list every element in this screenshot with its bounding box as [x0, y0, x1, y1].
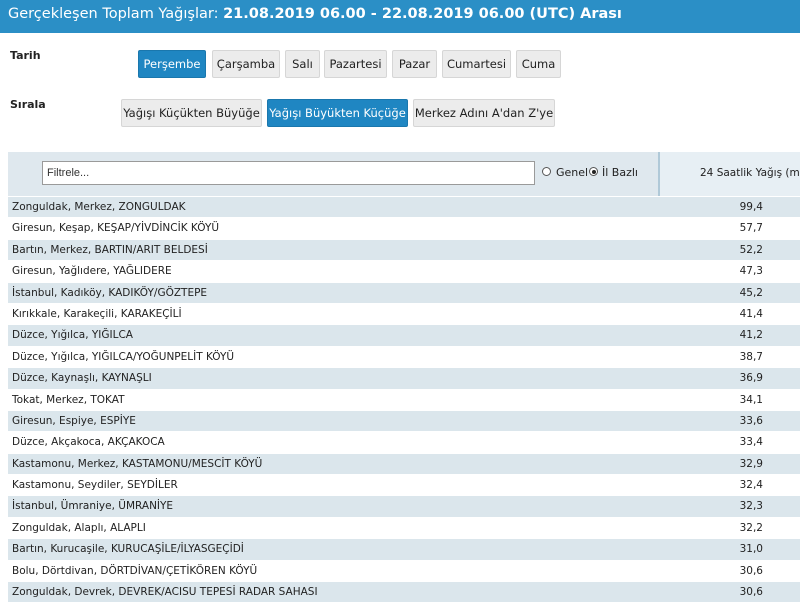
station-location: Düzce, Yığılca, YIĞILCA/YOĞUNPELİT KÖYÜ: [12, 350, 235, 363]
station-location: Giresun, Keşap, KEŞAP/YİVDİNCİK KÖYÜ: [12, 222, 220, 235]
table-row: İstanbul, Kadıköy, KADIKÖY/GÖZTEPE 45,2: [8, 282, 800, 304]
station-location: Kastamonu, Merkez, KASTAMONU/MESCİT KÖYÜ: [12, 457, 263, 470]
table-row: Bolu, Dörtdivan, DÖRTDİVAN/ÇETİKÖREN KÖY…: [8, 560, 800, 583]
rainfall-value: 41,2: [739, 329, 763, 342]
radio-genel-label: Genel: [556, 166, 589, 179]
title-prefix: Gerçekleşen Toplam Yağışlar:: [8, 6, 219, 22]
table-row: Tokat, Merkez, TOKAT 34,1: [8, 389, 800, 411]
sort-button-alphabetical[interactable]: Merkez Adını A'dan Z'ye: [413, 99, 555, 127]
rainfall-value: 52,2: [739, 243, 763, 256]
day-button-pazartesi[interactable]: Pazartesi: [324, 50, 387, 78]
radio-il-bazli[interactable]: [589, 167, 598, 176]
filter-input[interactable]: [42, 161, 535, 185]
station-location: Tokat, Merkez, TOKAT: [12, 393, 125, 406]
rainfall-value: 32,9: [739, 457, 763, 470]
table-row: Zonguldak, Alaplı, ALAPLI 32,2: [8, 517, 800, 540]
tarih-label: Tarih: [10, 49, 41, 62]
day-button-carsamba[interactable]: Çarşamba: [212, 50, 280, 78]
day-button-sali[interactable]: Salı: [285, 50, 320, 78]
station-location: Bolu, Dörtdivan, DÖRTDİVAN/ÇETİKÖREN KÖY…: [12, 564, 258, 577]
station-location: İstanbul, Ümraniye, ÜMRANİYE: [12, 500, 174, 513]
rainfall-value: 99,4: [739, 201, 763, 213]
day-button-cuma[interactable]: Cuma: [516, 50, 561, 78]
rainfall-value: 33,6: [739, 414, 763, 427]
header-divider: [658, 152, 660, 196]
table-row: Düzce, Yığılca, YIĞILCA 41,2: [8, 325, 800, 347]
table-row: İstanbul, Ümraniye, ÜMRANİYE 32,3: [8, 496, 800, 518]
rainfall-value: 30,6: [739, 586, 763, 599]
day-button-persembe[interactable]: Perşembe: [138, 50, 206, 78]
table-row: Düzce, Yığılca, YIĞILCA/YOĞUNPELİT KÖYÜ 3…: [8, 346, 800, 369]
table-row: Zonguldak, Merkez, ZONGULDAK 99,4: [8, 197, 800, 219]
rainfall-value: 32,4: [739, 479, 763, 492]
rainfall-value: 33,4: [739, 436, 763, 449]
station-location: Zonguldak, Alaplı, ALAPLI: [12, 521, 146, 534]
title-dates: 21.08.2019 06.00 - 22.08.2019 06.00 (UTC…: [223, 6, 622, 22]
table-row: Kastamonu, Merkez, KASTAMONU/MESCİT KÖYÜ…: [8, 453, 800, 476]
station-location: Düzce, Akçakoca, AKÇAKOCA: [12, 436, 165, 449]
sort-button-descending[interactable]: Yağışı Büyükten Küçüğe: [267, 99, 408, 127]
table-row: Giresun, Yağlıdere, YAĞLIDERE 47,3: [8, 261, 800, 283]
station-location: Bartın, Kurucaşile, KURUCAŞİLE/İLYASGEÇİ…: [12, 543, 244, 556]
day-button-pazar[interactable]: Pazar: [392, 50, 437, 78]
rainfall-table-body: Zonguldak, Merkez, ZONGULDAK 99,4 Giresun,…: [8, 197, 800, 603]
sort-button-ascending[interactable]: Yağışı Küçükten Büyüğe: [121, 99, 262, 127]
rainfall-value: 47,3: [739, 265, 763, 278]
rainfall-value: 45,2: [739, 286, 763, 299]
radio-il-bazli-label: İl Bazlı: [602, 166, 638, 179]
station-location: Giresun, Yağlıdere, YAĞLIDERE: [12, 265, 172, 278]
station-location: Bartın, Merkez, BARTIN/ARIT BELDESİ: [12, 243, 208, 256]
station-location: Zonguldak, Merkez, ZONGULDAK: [12, 201, 186, 213]
rainfall-value: 38,7: [739, 350, 763, 363]
table-row: Giresun, Espiye, ESPİYE 33,6: [8, 410, 800, 433]
rainfall-value: 30,6: [739, 564, 763, 577]
table-row: Zonguldak, Devrek, DEVREK/ACISU TEPESİ R…: [8, 582, 800, 603]
station-location: Düzce, Yığılca, YIĞILCA: [12, 329, 133, 342]
table-row: Bartın, Merkez, BARTIN/ARIT BELDESİ 52,2: [8, 239, 800, 262]
rainfall-column-header[interactable]: 24 Saatlik Yağış (mm): [700, 167, 800, 179]
table-row: Kırıkkale, Karakeçili, KARAKEÇİLİ 41,4: [8, 303, 800, 326]
rainfall-value: 32,3: [739, 500, 763, 513]
table-row: Düzce, Akçakoca, AKÇAKOCA 33,4: [8, 432, 800, 454]
sirala-label: Sırala: [10, 98, 46, 111]
rainfall-value: 32,2: [739, 521, 763, 534]
title-bar: Gerçekleşen Toplam Yağışlar: 21.08.2019 …: [0, 0, 800, 33]
table-row: Bartın, Kurucaşile, KURUCAŞİLE/İLYASGEÇİ…: [8, 539, 800, 561]
rainfall-value: 36,9: [739, 372, 763, 385]
station-location: İstanbul, Kadıköy, KADIKÖY/GÖZTEPE: [12, 286, 208, 299]
rainfall-value: 34,1: [739, 393, 763, 406]
radio-genel[interactable]: [542, 167, 551, 176]
rainfall-value: 31,0: [739, 543, 763, 556]
station-location: Düzce, Kaynaşlı, KAYNAŞLI: [12, 372, 152, 385]
station-location: Kastamonu, Seydiler, SEYDİLER: [12, 479, 178, 492]
day-button-cumartesi[interactable]: Cumartesi: [442, 50, 511, 78]
table-row: Düzce, Kaynaşlı, KAYNAŞLI 36,9: [8, 368, 800, 390]
station-location: Zonguldak, Devrek, DEVREK/ACISU TEPESİ R…: [12, 586, 318, 599]
table-row: Giresun, Keşap, KEŞAP/YİVDİNCİK KÖYÜ 57,7: [8, 218, 800, 240]
rainfall-value: 41,4: [739, 307, 763, 320]
rainfall-value: 57,7: [739, 222, 763, 235]
table-row: Kastamonu, Seydiler, SEYDİLER 32,4: [8, 475, 800, 497]
station-location: Giresun, Espiye, ESPİYE: [12, 414, 136, 427]
station-location: Kırıkkale, Karakeçili, KARAKEÇİLİ: [12, 307, 182, 320]
